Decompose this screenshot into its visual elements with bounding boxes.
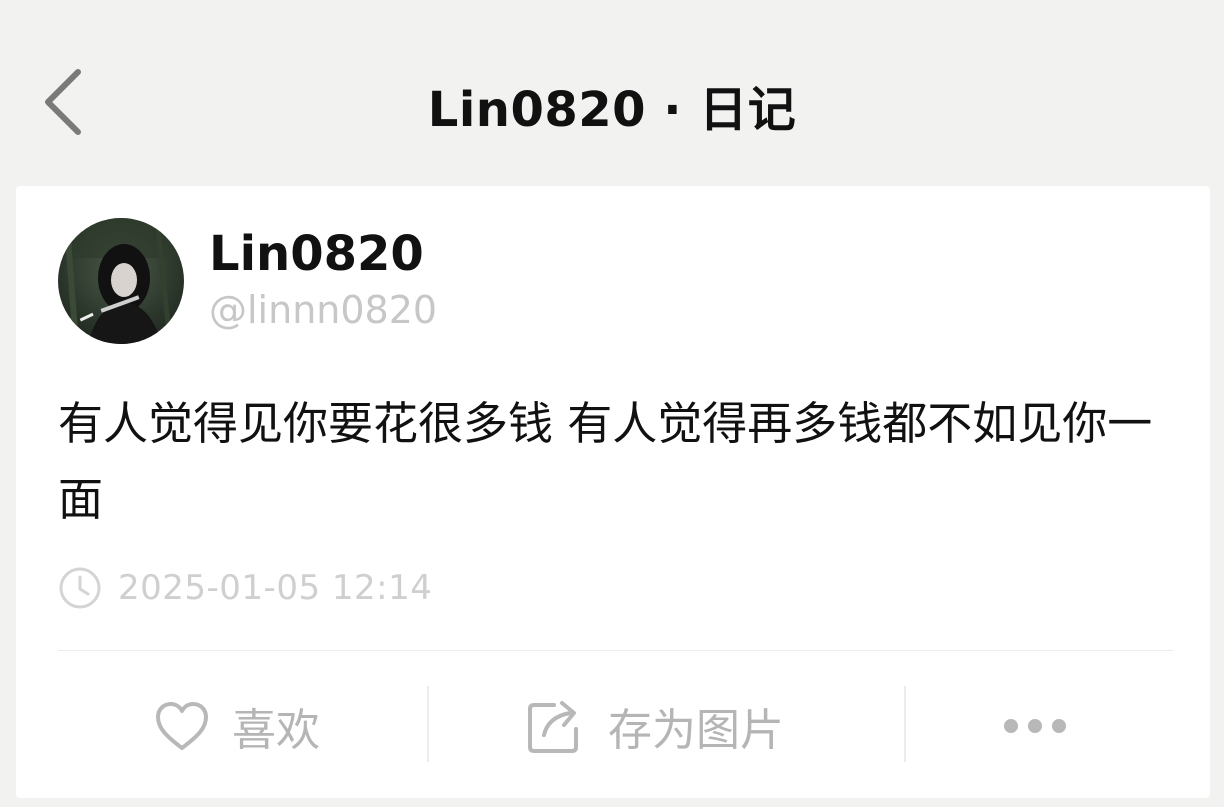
- action-separator: [427, 686, 429, 762]
- save-as-image-button[interactable]: 存为图片: [526, 684, 784, 768]
- divider: [58, 650, 1173, 651]
- heart-icon: [156, 702, 208, 750]
- post-text: 有人觉得见你要花很多钱 有人觉得再多钱都不如见你一面: [58, 397, 1153, 526]
- page-title: Lin0820 · 日记: [427, 82, 797, 138]
- timestamp-text: 2025-01-05 12:14: [118, 568, 433, 608]
- post-timestamp: 2025-01-05 12:14: [58, 562, 432, 614]
- author-handle: @linnn0820: [209, 288, 438, 332]
- avatar[interactable]: [58, 218, 184, 344]
- like-button[interactable]: 喜欢: [154, 684, 320, 768]
- more-options-button[interactable]: [1002, 684, 1068, 768]
- save-as-image-label: 存为图片: [608, 705, 784, 756]
- more-dots-icon: [1004, 719, 1066, 733]
- top-nav-bar: Lin0820 · 日记: [0, 0, 1224, 170]
- like-label: 喜欢: [232, 705, 320, 756]
- avatar-image: [58, 218, 184, 344]
- diary-post-card: Lin0820 @linnn0820 有人觉得见你要花很多钱 有人觉得再多钱都不…: [16, 186, 1210, 798]
- author-name[interactable]: Lin0820: [209, 226, 424, 282]
- action-separator: [904, 686, 906, 762]
- share-export-icon: [528, 701, 578, 753]
- clock-icon: [59, 567, 101, 609]
